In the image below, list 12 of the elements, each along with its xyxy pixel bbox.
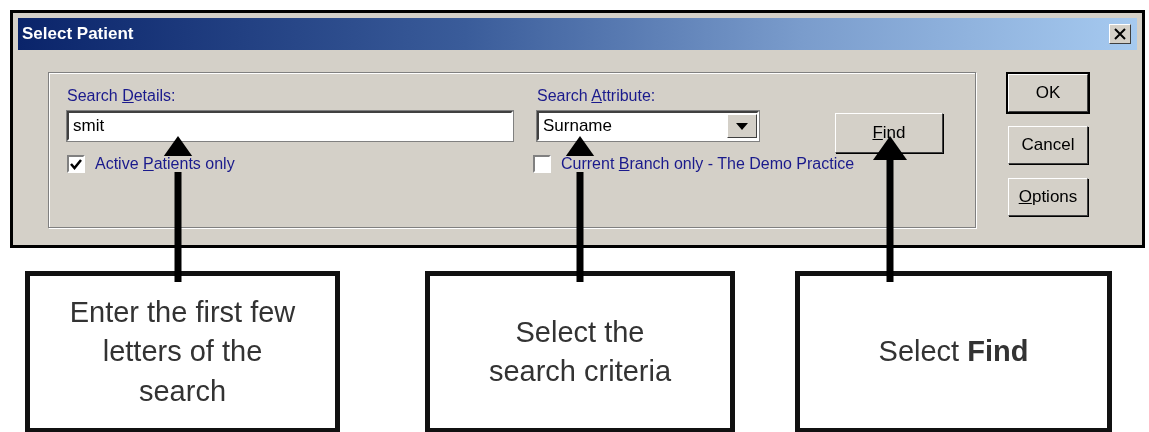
- dialog-button[interactable]: OK: [1008, 74, 1088, 112]
- checkbox-label[interactable]: Active Patients only: [95, 156, 235, 172]
- window-title: Select Patient: [22, 24, 134, 44]
- callout-box: Select Find: [795, 271, 1112, 432]
- find-button[interactable]: Find: [835, 113, 943, 153]
- search-details-field[interactable]: smit: [67, 111, 513, 141]
- search-attribute-dropdown[interactable]: Surname: [537, 111, 759, 141]
- dialog-button[interactable]: Options: [1008, 178, 1088, 216]
- dialog-button[interactable]: Cancel: [1008, 126, 1088, 164]
- callout-box: Enter the first few letters of the search: [25, 271, 340, 432]
- callout-box: Select the search criteria: [425, 271, 735, 432]
- checkbox-label[interactable]: Current Branch only - The Demo Practice: [561, 156, 855, 172]
